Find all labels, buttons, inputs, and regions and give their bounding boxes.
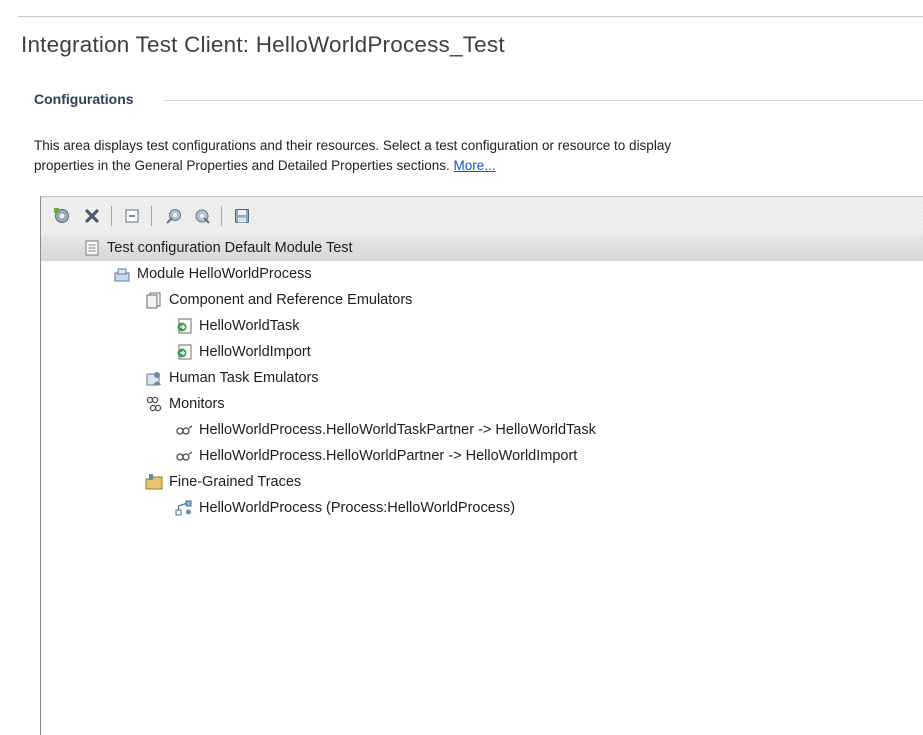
description-line-2: properties in the General Properties and…	[34, 156, 923, 176]
tree-item-label: Module HelloWorldProcess	[137, 266, 312, 282]
tree-item-monitors[interactable]: Monitors	[145, 391, 225, 417]
monitors-icon	[145, 395, 163, 413]
stop-icon	[195, 209, 210, 224]
page-title: Integration Test Client: HelloWorldProce…	[21, 32, 505, 57]
emulators-folder-icon	[145, 291, 163, 309]
toolbar-separator	[151, 206, 152, 226]
collapse-all-button[interactable]	[121, 205, 143, 227]
top-rule	[18, 16, 923, 17]
test-configuration-icon	[83, 239, 101, 257]
tree-item-component-reference-emulators[interactable]: Component and Reference Emulators	[145, 287, 412, 313]
save-button[interactable]	[231, 205, 253, 227]
tree-item-label: HelloWorldImport	[199, 344, 311, 360]
toolbar-separator	[111, 206, 112, 226]
human-task-icon	[145, 369, 163, 387]
traces-folder-icon	[145, 473, 163, 491]
toolbar-separator	[221, 206, 222, 226]
stop-button[interactable]	[191, 205, 213, 227]
tree-item-monitor-partner[interactable]: HelloWorldProcess.HelloWorldPartner -> H…	[175, 443, 577, 469]
tree-item-module[interactable]: Module HelloWorldProcess	[113, 261, 312, 287]
tree-item-monitor-task-partner[interactable]: HelloWorldProcess.HelloWorldTaskPartner …	[175, 417, 596, 443]
tree-item-label: HelloWorldProcess (Process:HelloWorldPro…	[199, 500, 516, 516]
component-emulator-icon	[175, 317, 193, 335]
module-icon	[113, 265, 131, 283]
tree-item-human-task-emulators[interactable]: Human Task Emulators	[145, 365, 319, 391]
tree-item-label: Human Task Emulators	[169, 370, 319, 386]
run-button[interactable]	[163, 205, 185, 227]
collapse-all-icon	[125, 209, 139, 223]
tree-item-label: Monitors	[169, 396, 225, 412]
remove-icon	[85, 209, 99, 223]
section-description: This area displays test configurations a…	[34, 136, 923, 180]
add-configuration-button[interactable]	[51, 205, 73, 227]
save-icon	[235, 209, 249, 223]
tree-item-label: HelloWorldTask	[199, 318, 300, 334]
tree-item-label: HelloWorldProcess.HelloWorldTaskPartner …	[199, 422, 596, 438]
configurations-panel: Test configuration Default Module Test M…	[40, 196, 923, 735]
monitor-icon	[175, 447, 193, 465]
tree-item-helloworldtask[interactable]: HelloWorldTask	[175, 313, 299, 339]
process-icon	[175, 499, 193, 517]
tree-item-helloworldimport[interactable]: HelloWorldImport	[175, 339, 311, 365]
tree-item-fine-grained-traces[interactable]: Fine-Grained Traces	[145, 469, 301, 495]
remove-button[interactable]	[81, 205, 103, 227]
add-configuration-icon	[54, 208, 69, 223]
section-divider	[164, 100, 923, 101]
monitor-icon	[175, 421, 193, 439]
section-title-configurations[interactable]: Configurations	[34, 91, 134, 107]
more-link[interactable]: More...	[454, 158, 496, 173]
tree-item-label: HelloWorldProcess.HelloWorldPartner -> H…	[199, 448, 578, 464]
tree-item-label: Test configuration Default Module Test	[107, 240, 353, 256]
tree-item-label: Component and Reference Emulators	[169, 292, 413, 308]
tree-item-helloworldprocess-trace[interactable]: HelloWorldProcess (Process:HelloWorldPro…	[175, 495, 515, 521]
tree-item-label: Fine-Grained Traces	[169, 474, 302, 490]
run-icon	[166, 209, 181, 224]
configurations-toolbar	[41, 197, 923, 235]
component-emulator-icon	[175, 343, 193, 361]
description-line-1: This area displays test configurations a…	[34, 138, 672, 153]
description-line-2-text: properties in the General Properties and…	[34, 158, 450, 173]
tree-item-test-configuration[interactable]: Test configuration Default Module Test	[41, 235, 923, 261]
